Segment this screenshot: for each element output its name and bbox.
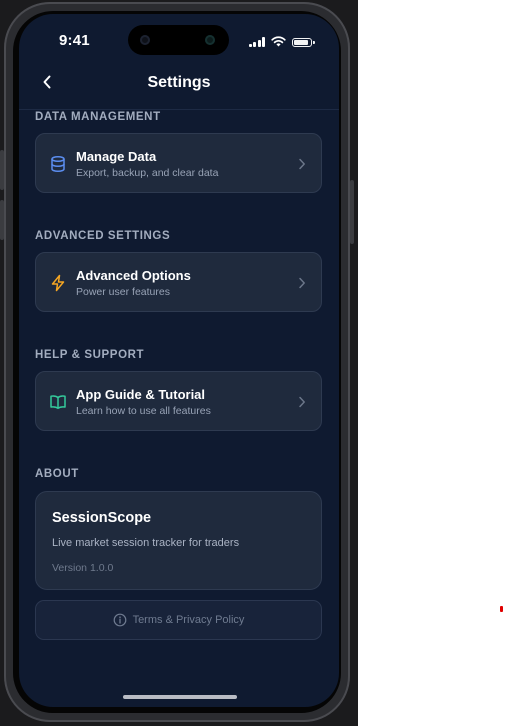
page: 9:41 Settings DATA MANAGEMENT Manage Dat… — [0, 0, 505, 726]
camera-icon — [140, 35, 150, 45]
terms-privacy-label: Terms & Privacy Policy — [132, 614, 245, 626]
section-title-help-support: HELP & SUPPORT — [35, 349, 145, 361]
phone-screen: 9:41 Settings DATA MANAGEMENT Manage Dat… — [19, 14, 339, 707]
nav-bar: Settings — [19, 64, 339, 110]
database-icon — [51, 155, 65, 173]
page-title: Settings — [147, 74, 211, 91]
chevron-right-icon — [299, 158, 305, 170]
section-title-advanced-settings: ADVANCED SETTINGS — [35, 230, 171, 242]
wifi-icon — [271, 36, 286, 47]
power-button — [350, 180, 354, 244]
terms-privacy-button[interactable]: Terms & Privacy Policy — [35, 600, 322, 640]
app-guide-item[interactable]: App Guide & Tutorial Learn how to use al… — [35, 371, 322, 431]
battery-icon — [292, 38, 315, 47]
cellular-signal-icon — [248, 37, 265, 47]
dynamic-island — [128, 25, 229, 55]
manage-data-description: Export, backup, and clear data — [76, 167, 219, 179]
advanced-options-description: Power user features — [76, 286, 170, 298]
chevron-right-icon — [299, 277, 305, 289]
app-tagline: Live market session tracker for traders — [52, 537, 240, 549]
cursor-marker — [500, 606, 503, 612]
volume-up-button — [0, 150, 4, 190]
info-icon — [113, 613, 126, 627]
about-card: SessionScope Live market session tracker… — [35, 491, 322, 590]
manage-data-item[interactable]: Manage Data Export, backup, and clear da… — [35, 133, 322, 193]
status-bar: 9:41 — [19, 14, 339, 64]
sensor-icon — [205, 35, 215, 45]
advanced-options-label: Advanced Options — [76, 268, 191, 283]
book-icon — [50, 395, 66, 410]
app-guide-label: App Guide & Tutorial — [76, 387, 206, 402]
status-icons — [248, 35, 315, 47]
advanced-options-item[interactable]: Advanced Options Power user features — [35, 252, 322, 312]
section-title-about: ABOUT — [35, 468, 79, 480]
app-name: SessionScope — [52, 510, 152, 526]
manage-data-label: Manage Data — [76, 149, 157, 164]
settings-content: DATA MANAGEMENT Manage Data Export, back… — [35, 110, 322, 640]
lightning-icon — [51, 274, 65, 292]
volume-down-button — [0, 200, 4, 240]
chevron-right-icon — [299, 396, 305, 408]
app-guide-description: Learn how to use all features — [76, 405, 211, 417]
status-time: 9:41 — [59, 32, 90, 49]
app-version: Version 1.0.0 — [52, 562, 114, 574]
section-title-data-management: DATA MANAGEMENT — [35, 111, 161, 123]
home-indicator[interactable] — [123, 695, 237, 699]
